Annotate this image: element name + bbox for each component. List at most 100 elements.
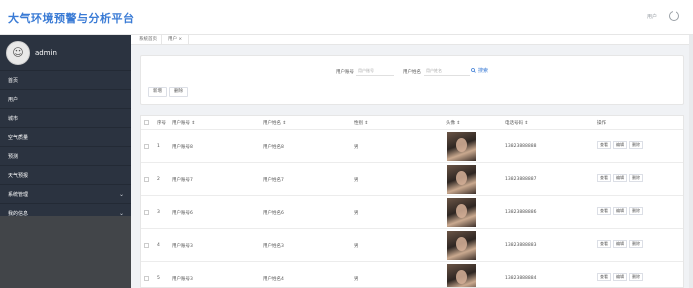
cell-name: 用户姓名4: [263, 277, 284, 282]
delete-row-button[interactable]: 删除: [629, 207, 643, 215]
cell-phone: 13823888883: [505, 243, 537, 248]
sidebar-item-label: 城市: [8, 115, 19, 122]
delete-row-button[interactable]: 删除: [629, 141, 643, 149]
search-button[interactable]: 搜索: [471, 67, 488, 74]
cell-account: 用户账号3: [172, 277, 193, 282]
sidebar-item-weather[interactable]: 天气预报: [0, 166, 131, 185]
row-checkbox[interactable]: [144, 243, 149, 248]
account-input[interactable]: 用户账号: [356, 67, 394, 76]
cell-index: 3: [157, 210, 160, 215]
cell-name: 用户姓名7: [263, 178, 284, 183]
page-scrollbar[interactable]: [689, 35, 693, 288]
user-photo: [447, 264, 476, 287]
cell-index: 2: [157, 177, 160, 182]
tab-home[interactable]: 系统首页: [133, 35, 163, 45]
cell-account: 用户账号8: [172, 145, 193, 150]
row-checkbox[interactable]: [144, 210, 149, 215]
cell-index: 1: [157, 144, 160, 149]
cell-name: 用户姓名6: [263, 211, 284, 216]
edit-button[interactable]: 编辑: [613, 174, 627, 182]
sidebar-item-label: 首页: [8, 77, 19, 84]
header-account[interactable]: 用户账号 ⇕: [172, 120, 195, 126]
table-row: 5 用户账号3 用户姓名4 男 13823888884 查看 编辑 删除: [141, 262, 683, 287]
sidebar-item-label: 系统管理: [8, 191, 29, 198]
name-input[interactable]: 用户姓名: [424, 67, 470, 76]
sidebar: ☺ admin 首页 用户 城市 空气质量 预测 天气预报 系统管理 ⌄ 我的信息…: [0, 35, 131, 288]
user-photo: [447, 231, 476, 260]
search-panel: 用户账号 用户账号 用户姓名 用户姓名 搜索 新增 删除: [140, 55, 684, 105]
topbar-right: 用户: [647, 10, 679, 21]
cell-phone: 13823888886: [505, 210, 537, 215]
header-avatar[interactable]: 头像 ⇕: [446, 120, 460, 126]
header-actions: 操作: [597, 121, 606, 126]
header-name[interactable]: 用户姓名 ⇕: [263, 120, 286, 126]
cell-account: 用户账号3: [172, 244, 193, 249]
tab-users[interactable]: 用户 ×: [161, 35, 190, 45]
table-row: 3 用户账号6 用户姓名6 男 13823888886 查看 编辑 删除: [141, 196, 683, 229]
edit-button[interactable]: 编辑: [613, 141, 627, 149]
cell-account: 用户账号6: [172, 211, 193, 216]
tab-bar: 系统首页 用户 ×: [131, 35, 693, 45]
header-gender[interactable]: 性别 ⇕: [354, 120, 368, 126]
table-header: 序号 用户账号 ⇕ 用户姓名 ⇕ 性别 ⇕ 头像 ⇕ 电话号码 ⇕ 操作: [141, 116, 683, 130]
cell-gender: 男: [354, 244, 359, 249]
edit-button[interactable]: 编辑: [613, 240, 627, 248]
user-profile: ☺ admin: [0, 35, 131, 71]
view-button[interactable]: 查看: [597, 207, 611, 215]
sidebar-item-air-quality[interactable]: 空气质量: [0, 128, 131, 147]
cell-gender: 男: [354, 277, 359, 282]
select-all-checkbox[interactable]: [144, 120, 149, 125]
user-photo: [447, 165, 476, 194]
sidebar-item-users[interactable]: 用户: [0, 90, 131, 109]
delete-row-button[interactable]: 删除: [629, 174, 643, 182]
sidebar-item-label: 预测: [8, 153, 19, 160]
table-row: 4 用户账号3 用户姓名3 男 13823888883 查看 编辑 删除: [141, 229, 683, 262]
cell-phone: 13823888887: [505, 177, 537, 182]
avatar: ☺: [6, 40, 30, 65]
edit-button[interactable]: 编辑: [613, 273, 627, 281]
cell-account: 用户账号7: [172, 178, 193, 183]
name-label: 用户姓名: [403, 70, 421, 75]
delete-row-button[interactable]: 删除: [629, 273, 643, 281]
cell-phone: 13823888884: [505, 276, 537, 281]
sidebar-item-system-admin[interactable]: 系统管理 ⌄: [0, 185, 131, 204]
cell-gender: 男: [354, 211, 359, 216]
sidebar-item-label: 用户: [8, 96, 19, 103]
sidebar-item-forecast[interactable]: 预测: [0, 147, 131, 166]
delete-row-button[interactable]: 删除: [629, 240, 643, 248]
account-label: 用户账号: [336, 70, 354, 75]
cell-gender: 男: [354, 178, 359, 183]
app-title: 大气环境预警与分析平台: [8, 12, 135, 25]
search-button-label: 搜索: [478, 68, 489, 74]
sidebar-item-label: 天气预报: [8, 172, 29, 179]
row-checkbox[interactable]: [144, 177, 149, 182]
add-button[interactable]: 新增: [148, 87, 167, 97]
username: admin: [35, 48, 57, 57]
user-photo: [447, 198, 476, 227]
cell-name: 用户姓名3: [263, 244, 284, 249]
cell-index: 5: [157, 276, 160, 281]
view-button[interactable]: 查看: [597, 174, 611, 182]
sidebar-footer: [0, 216, 131, 288]
chevron-down-icon: ⌄: [118, 190, 124, 198]
delete-button[interactable]: 删除: [169, 87, 188, 97]
view-button[interactable]: 查看: [597, 273, 611, 281]
sidebar-item-home[interactable]: 首页: [0, 71, 131, 90]
view-button[interactable]: 查看: [597, 141, 611, 149]
header-phone[interactable]: 电话号码 ⇕: [505, 120, 528, 126]
power-icon[interactable]: [669, 10, 679, 21]
table-row: 2 用户账号7 用户姓名7 男 13823888887 查看 编辑 删除: [141, 163, 683, 196]
row-checkbox[interactable]: [144, 144, 149, 149]
user-photo: [447, 132, 476, 161]
sidebar-item-label: 空气质量: [8, 134, 29, 141]
view-button[interactable]: 查看: [597, 240, 611, 248]
row-checkbox[interactable]: [144, 276, 149, 281]
header-index: 序号: [157, 121, 166, 126]
search-icon: [471, 68, 476, 73]
cell-index: 4: [157, 243, 160, 248]
current-user-label[interactable]: 用户: [647, 13, 657, 20]
edit-button[interactable]: 编辑: [613, 207, 627, 215]
user-table: 序号 用户账号 ⇕ 用户姓名 ⇕ 性别 ⇕ 头像 ⇕ 电话号码 ⇕ 操作 1 用…: [140, 115, 684, 288]
sidebar-item-cities[interactable]: 城市: [0, 109, 131, 128]
table-row: 1 用户账号8 用户姓名8 男 13823888888 查看 编辑 删除: [141, 130, 683, 163]
